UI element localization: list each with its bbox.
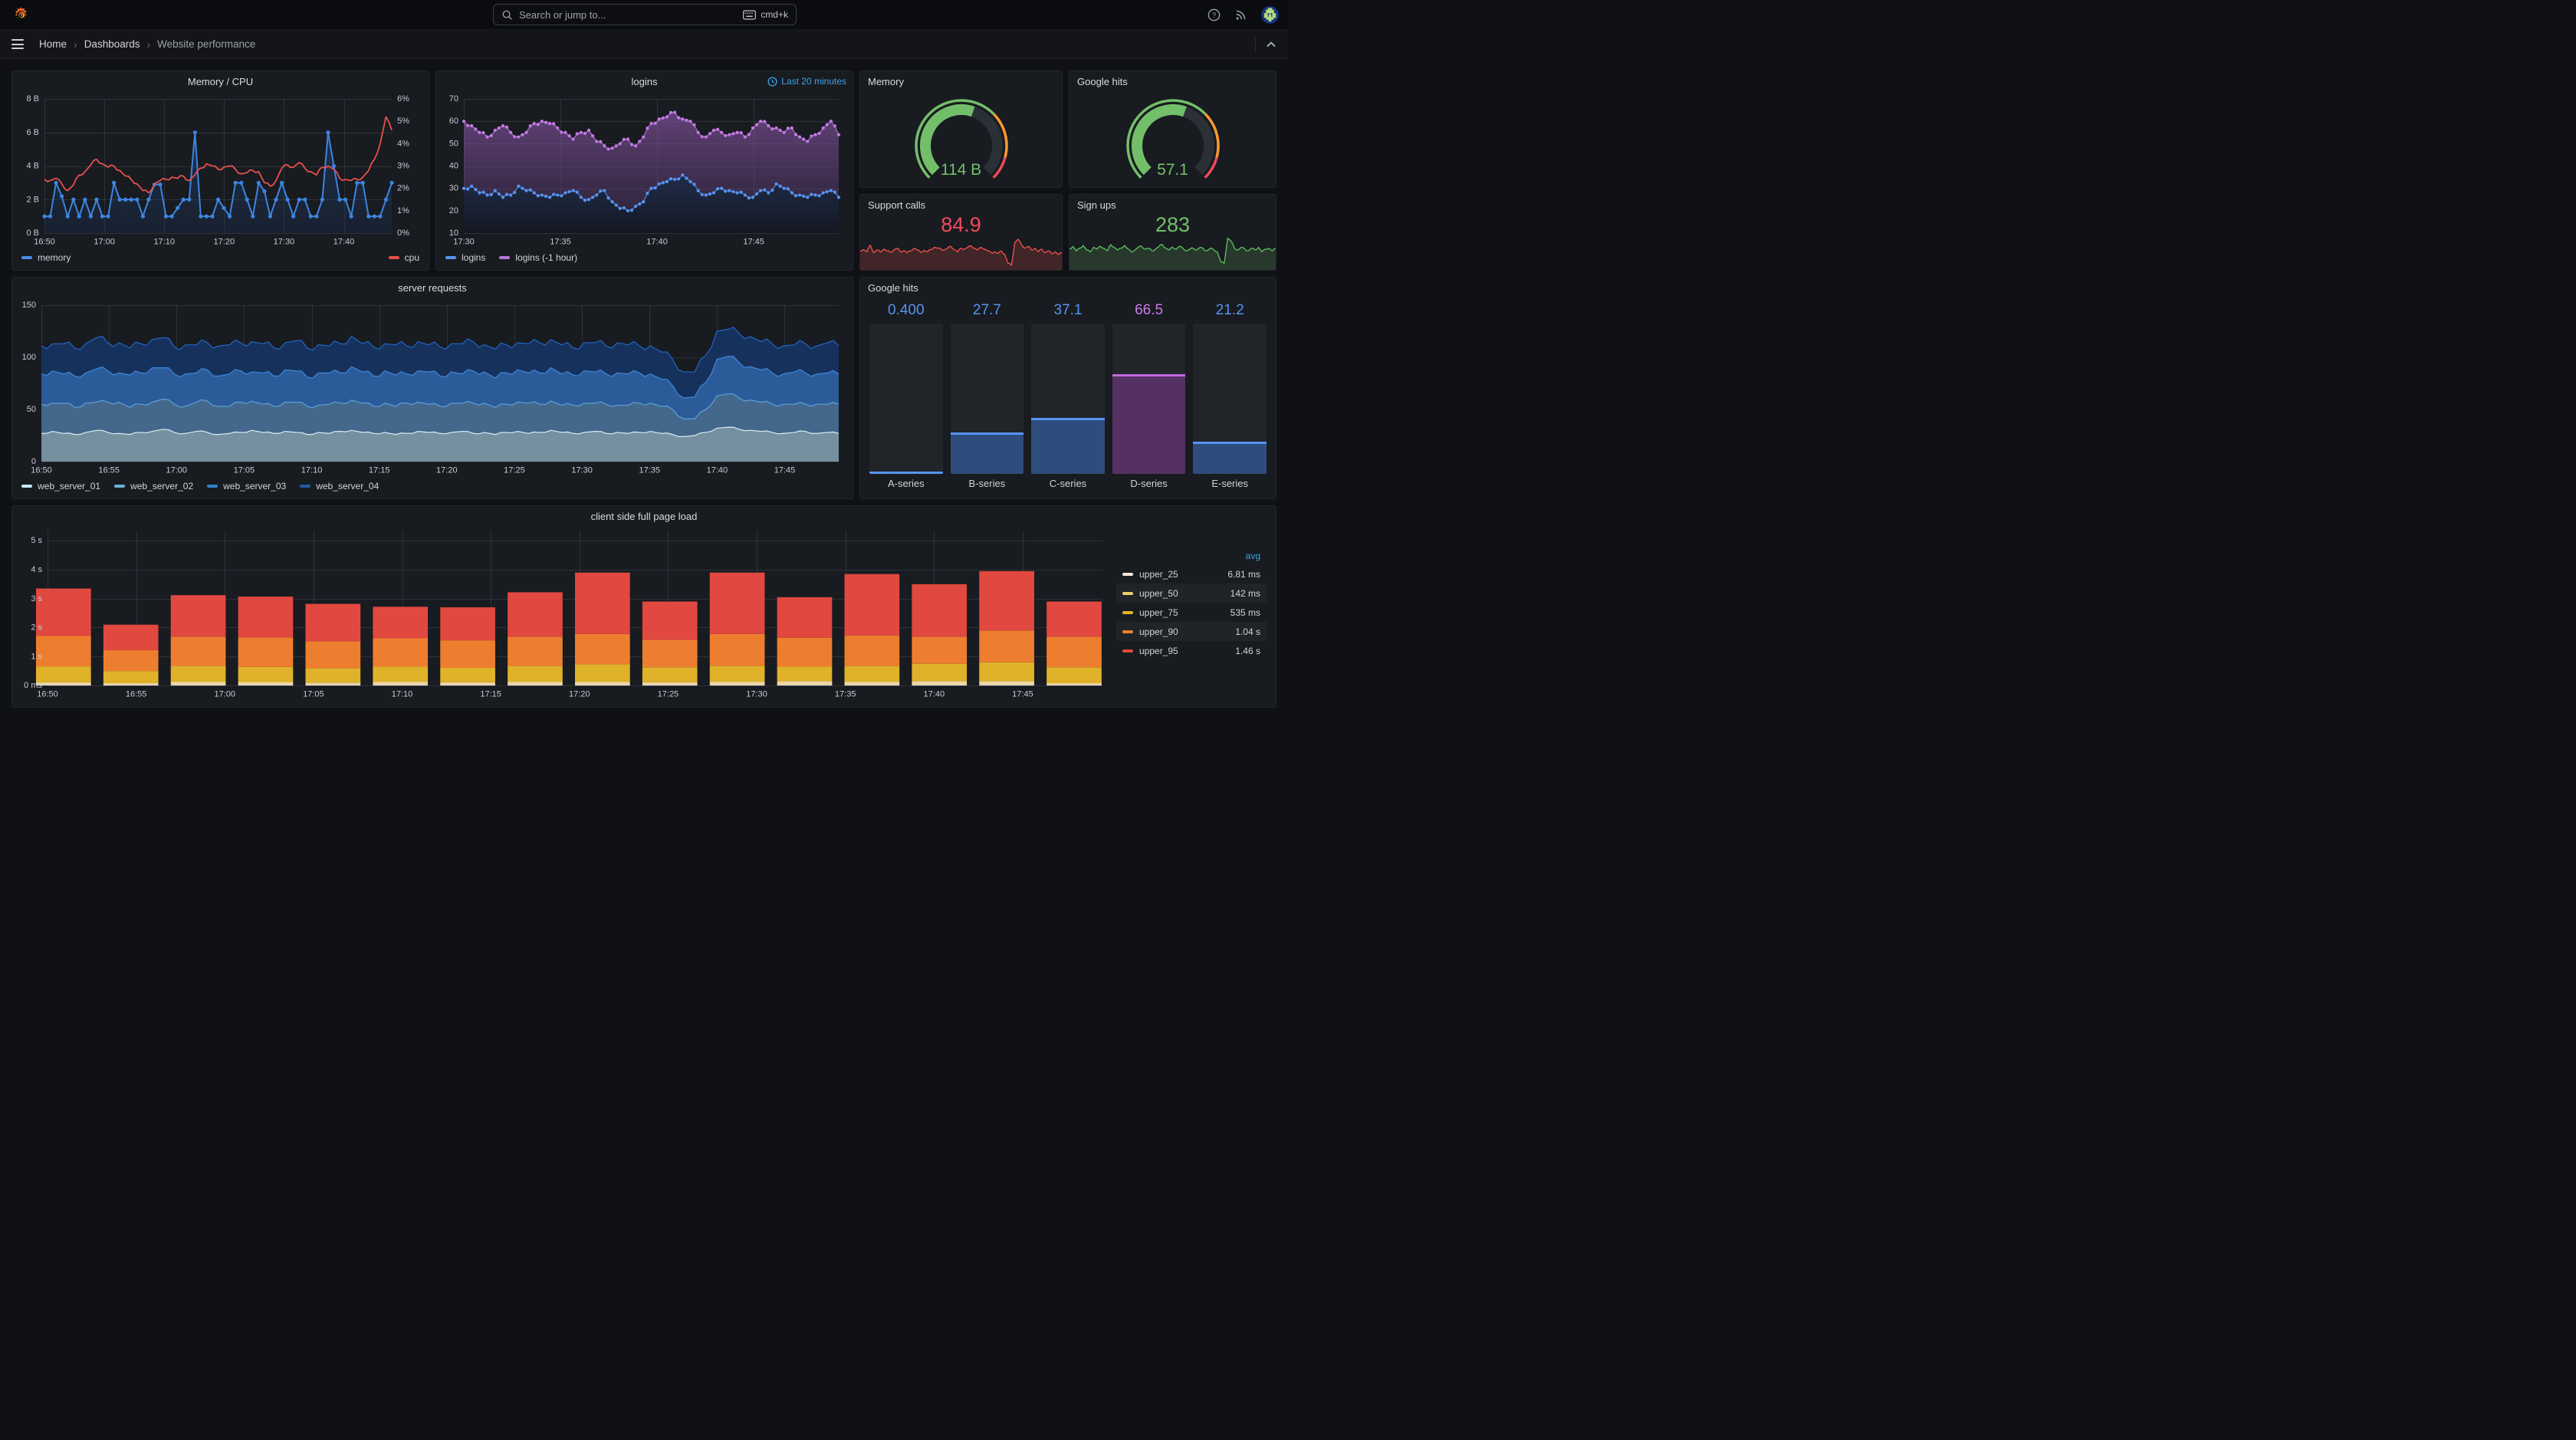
- panel-title[interactable]: client side full page load: [12, 506, 1276, 526]
- legend-item-cpu[interactable]: cpu: [388, 252, 419, 263]
- sign-ups-sparkline[interactable]: [1070, 235, 1276, 270]
- bar-gauge-e-series: 21.2 E-series: [1193, 301, 1267, 494]
- breadcrumb-separator: ›: [74, 38, 77, 51]
- bar-value: 37.1: [1053, 302, 1083, 318]
- stat-value: 283: [1155, 213, 1191, 236]
- bar-value: 27.7: [972, 302, 1001, 318]
- panel-logins: logins Last 20 minutes logins logins (-1…: [435, 71, 853, 271]
- bar-track[interactable]: [869, 324, 943, 474]
- panel-title[interactable]: Memory / CPU: [12, 71, 429, 91]
- client-page-load-chart[interactable]: [18, 526, 1110, 701]
- support-calls-sparkline[interactable]: [860, 235, 1062, 270]
- legend-item-logins[interactable]: logins: [445, 252, 485, 263]
- bar-gauge-a-series: 0.400 A-series: [869, 301, 943, 494]
- bar-label: D-series: [1130, 478, 1168, 489]
- legend-avg-header[interactable]: avg: [1116, 547, 1267, 564]
- divider: [1255, 37, 1256, 51]
- search-input[interactable]: Search or jump to... cmd+k: [493, 4, 797, 25]
- bar-track[interactable]: [1193, 324, 1267, 474]
- collapse-chevron-up-icon[interactable]: [1265, 38, 1277, 51]
- legend-row-upper-90[interactable]: upper_90 1.04 s: [1116, 622, 1267, 641]
- bar-gauge-c-series: 37.1 C-series: [1031, 301, 1105, 494]
- svg-text:?: ?: [1212, 12, 1216, 20]
- panel-memory-cpu: Memory / CPU memory cpu: [12, 71, 429, 271]
- bar-value: 0.400: [888, 302, 925, 318]
- bar-label: E-series: [1211, 478, 1249, 489]
- legend-item-logins-prev[interactable]: logins (-1 hour): [499, 252, 577, 263]
- help-icon[interactable]: ?: [1208, 8, 1221, 21]
- bar-track[interactable]: [950, 324, 1024, 474]
- menu-toggle-icon[interactable]: [12, 39, 24, 49]
- panel-title[interactable]: Memory: [860, 71, 1062, 91]
- panel-google-hits-gauge: Google hits 57.1: [1069, 71, 1276, 188]
- memory-cpu-chart[interactable]: [18, 91, 422, 248]
- bar-value: 21.2: [1215, 302, 1244, 318]
- breadcrumb-bar: Home › Dashboards › Website performance: [0, 30, 1288, 59]
- breadcrumb-current-page: Website performance: [157, 38, 256, 50]
- panel-server-requests: server requests web_server_01 web_server…: [12, 277, 853, 499]
- chart-legend: web_server_01 web_server_02 web_server_0…: [12, 477, 853, 495]
- user-avatar[interactable]: [1261, 6, 1279, 24]
- legend-row-upper-25[interactable]: upper_25 6.81 ms: [1116, 564, 1267, 584]
- dashboard-controls: [1255, 37, 1277, 51]
- panel-title[interactable]: Support calls: [860, 195, 1062, 215]
- news-rss-icon[interactable]: [1234, 8, 1247, 21]
- keyboard-shortcut: cmd+k: [743, 9, 788, 20]
- shortcut-label: cmd+k: [761, 9, 788, 20]
- legend-item-memory[interactable]: memory: [21, 252, 71, 263]
- legend-row-upper-95[interactable]: upper_95 1.46 s: [1116, 641, 1267, 660]
- breadcrumb: Home › Dashboards › Website performance: [39, 38, 255, 51]
- breadcrumb-home[interactable]: Home: [39, 38, 67, 50]
- topbar-actions: ?: [1208, 0, 1279, 30]
- bar-track[interactable]: [1112, 324, 1186, 474]
- breadcrumb-separator: ›: [146, 38, 151, 51]
- panel-sign-ups: Sign ups 283: [1069, 194, 1276, 271]
- legend-row-upper-75[interactable]: upper_75 535 ms: [1116, 603, 1267, 622]
- bar-label: C-series: [1049, 478, 1087, 489]
- breadcrumb-dashboards[interactable]: Dashboards: [84, 38, 140, 50]
- legend-row-upper-50[interactable]: upper_50 142 ms: [1116, 584, 1267, 603]
- keyboard-icon: [743, 9, 757, 20]
- legend-item-web-server-02[interactable]: web_server_02: [114, 481, 193, 492]
- search-placeholder: Search or jump to...: [519, 8, 606, 21]
- bar-gauge-d-series: 66.5 D-series: [1112, 301, 1186, 494]
- logins-chart[interactable]: [442, 91, 846, 248]
- chart-legend: logins logins (-1 hour): [436, 248, 853, 267]
- legend-table: avg upper_25 6.81 ms upper_50 142 ms upper…: [1116, 547, 1267, 660]
- bar-value: 66.5: [1135, 302, 1164, 318]
- bar-gauge-b-series: 27.7 B-series: [950, 301, 1024, 494]
- legend-item-web-server-04[interactable]: web_server_04: [300, 481, 379, 492]
- panel-time-range[interactable]: Last 20 minutes: [767, 71, 846, 91]
- panel-support-calls: Support calls 84.9: [859, 194, 1063, 271]
- bar-track[interactable]: [1031, 324, 1105, 474]
- legend-item-web-server-01[interactable]: web_server_01: [21, 481, 100, 492]
- bar-gauge-group: 0.400 A-series 27.7 B-series 37.1 C-seri…: [869, 301, 1267, 494]
- gauge-value: 57.1: [1157, 161, 1188, 179]
- panel-google-hits-bars: Google hits 0.400 A-series 27.7 B-series…: [859, 277, 1276, 499]
- panel-title[interactable]: Google hits: [860, 278, 1276, 298]
- panel-title[interactable]: server requests: [12, 278, 853, 298]
- bar-label: B-series: [968, 478, 1006, 489]
- grafana-flame-icon: [15, 7, 27, 20]
- panel-title[interactable]: Sign ups: [1070, 195, 1276, 215]
- panel-title[interactable]: Google hits: [1070, 71, 1276, 91]
- chart-legend: memory cpu: [12, 248, 429, 267]
- legend-item-web-server-03[interactable]: web_server_03: [207, 481, 286, 492]
- panel-client-page-load: client side full page load avg upper_25 6…: [12, 505, 1276, 708]
- bar-label: A-series: [887, 478, 925, 489]
- top-navigation-bar: Search or jump to... cmd+k ?: [0, 0, 1288, 30]
- panel-memory-gauge: Memory 114 B: [859, 71, 1063, 188]
- grafana-dashboard: Search or jump to... cmd+k ? Home › Dash…: [0, 0, 1288, 720]
- stat-value: 84.9: [941, 213, 981, 236]
- grafana-logo[interactable]: [12, 5, 30, 24]
- clock-icon: [767, 76, 777, 87]
- server-requests-chart[interactable]: [18, 298, 846, 477]
- search-icon: [502, 10, 512, 20]
- gauge-value: 114 B: [940, 161, 982, 179]
